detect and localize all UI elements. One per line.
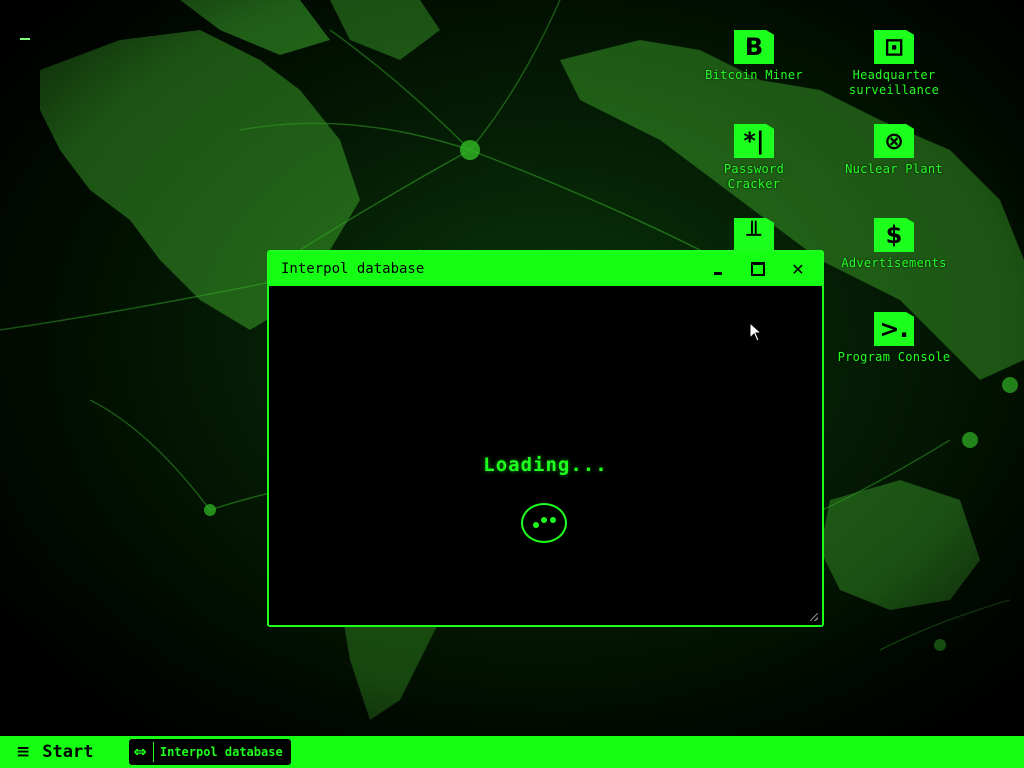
close-button[interactable]: ✕ xyxy=(786,259,810,279)
resize-grip[interactable] xyxy=(810,613,818,621)
start-button[interactable]: ≡ Start xyxy=(16,736,93,768)
swap-icon: ⇔ xyxy=(133,742,154,762)
desktop-icon-bitcoin-miner[interactable]: B Bitcoin Miner xyxy=(694,30,814,83)
taskbar-item-interpol-database[interactable]: ⇔ Interpol database xyxy=(129,739,291,765)
maximize-button[interactable] xyxy=(746,259,770,279)
spinner-dot xyxy=(550,517,556,523)
desktop-icon-password-cracker[interactable]: *| Password Cracker xyxy=(694,124,814,192)
minimize-icon xyxy=(714,272,722,275)
text-cursor-mark xyxy=(20,38,30,40)
console-icon: >. xyxy=(874,312,914,346)
taskbar-item-label: Interpol database xyxy=(159,745,283,759)
interpol-database-window[interactable]: Interpol database ✕ Loading... xyxy=(267,250,824,627)
terminal-ground-icon: ╨ xyxy=(734,218,774,252)
bitcoin-miner-icon: B xyxy=(734,30,774,64)
loading-spinner-icon xyxy=(521,503,567,543)
desktop-icon-program-console[interactable]: >. Program Console xyxy=(834,312,954,365)
desktop-icon-headquarter-surveillance[interactable]: ⊡ Headquarter surveillance xyxy=(834,30,954,98)
spinner-dot xyxy=(533,522,539,528)
desktop-icon-label: Headquarter surveillance xyxy=(848,68,940,97)
loading-text: Loading... xyxy=(483,454,608,476)
close-icon: ✕ xyxy=(791,259,805,279)
password-cracker-icon: *| xyxy=(734,124,774,158)
start-label: Start xyxy=(42,742,94,762)
dollar-icon: $ xyxy=(874,218,914,252)
window-titlebar[interactable]: Interpol database ✕ xyxy=(269,252,822,286)
window-controls: ✕ xyxy=(706,259,810,279)
desktop-icon-label: Advertisements xyxy=(841,256,947,270)
desktop-icon-label: Nuclear Plant xyxy=(845,162,943,176)
taskbar: ≡ Start ⇔ Interpol database xyxy=(0,736,1024,768)
window-body: Loading... xyxy=(269,286,822,625)
maximize-icon xyxy=(751,262,765,276)
desktop-icon-advertisements[interactable]: $ Advertisements xyxy=(834,218,954,271)
surveillance-icon: ⊡ xyxy=(874,30,914,64)
desktop-icon-label: Program Console xyxy=(837,350,951,364)
nuclear-plant-icon: ⊗ xyxy=(874,124,914,158)
desktop: B Bitcoin Miner ⊡ Headquarter surveillan… xyxy=(0,0,1024,768)
minimize-button[interactable] xyxy=(706,259,730,279)
desktop-icon-label: Password Cracker xyxy=(723,162,785,191)
desktop-icon-nuclear-plant[interactable]: ⊗ Nuclear Plant xyxy=(834,124,954,177)
desktop-icon-label: Bitcoin Miner xyxy=(705,68,803,82)
mouse-pointer-icon xyxy=(749,322,763,342)
window-title: Interpol database xyxy=(281,261,425,277)
menu-icon: ≡ xyxy=(16,742,31,762)
spinner-dot xyxy=(541,517,547,523)
